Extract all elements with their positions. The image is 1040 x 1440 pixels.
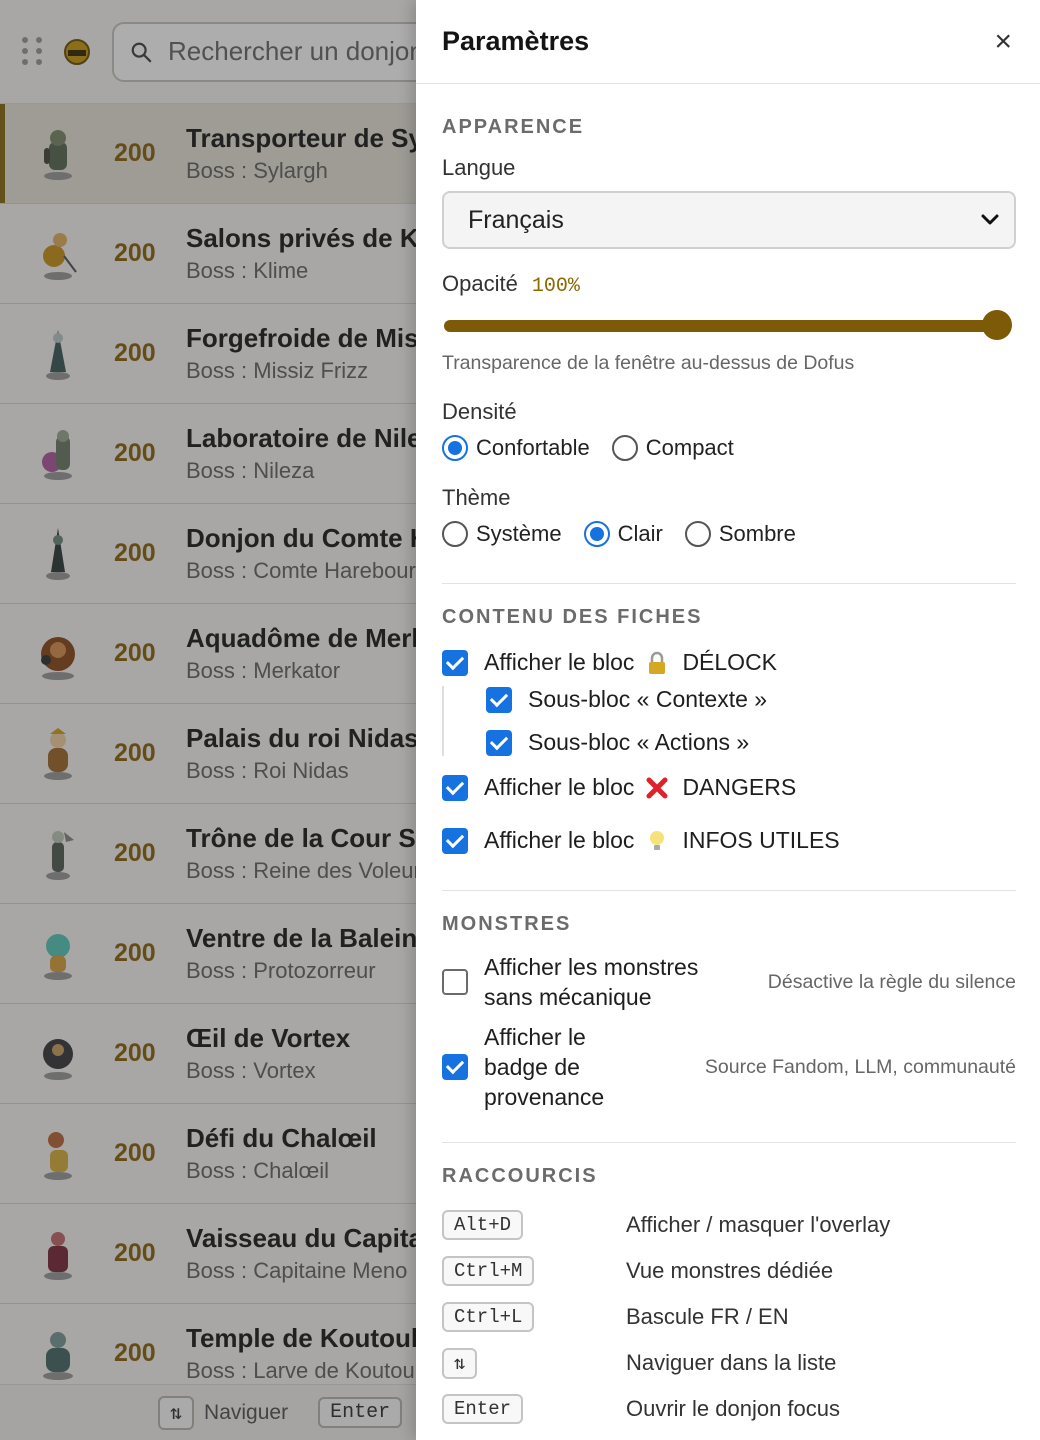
toggle-label-line: sans mécanique <box>484 984 652 1010</box>
theme-option-system[interactable]: Système <box>442 521 562 547</box>
theme-option-light[interactable]: Clair <box>583 521 663 547</box>
radio-selected-icon[interactable] <box>583 521 610 547</box>
checkbox[interactable] <box>442 649 468 676</box>
toggle-dangers-block[interactable]: Afficher le bloc DANGERS <box>442 774 1016 801</box>
lightbulb-icon <box>644 828 670 854</box>
checkbox[interactable] <box>442 1054 468 1080</box>
radio-unselected-icon[interactable] <box>442 521 468 547</box>
settings-panel: Paramètres × APPARENCE Langue Français O… <box>416 0 1040 1440</box>
shortcut-key: Alt+D <box>442 1210 524 1240</box>
radio-label: Système <box>476 521 562 546</box>
theme-option-dark[interactable]: Sombre <box>684 521 796 547</box>
section-appearance-title: APPARENCE <box>442 116 585 138</box>
language-select[interactable]: Français <box>442 191 1016 249</box>
toggle-actions-subblock[interactable]: Sous-bloc « Actions » <box>486 729 1016 756</box>
checkbox[interactable] <box>486 729 512 756</box>
toggle-label-line: provenance <box>484 1084 605 1110</box>
radio-label: Clair <box>617 521 663 546</box>
shortcut-key: Ctrl+L <box>442 1302 535 1332</box>
shortcut-description: Bascule FR / EN <box>626 1304 789 1329</box>
shortcut-row: Ctrl+M Vue monstres dédiée <box>442 1248 1016 1294</box>
theme-radio-group: Système Clair Sombre <box>442 521 1016 547</box>
toggle-context-subblock[interactable]: Sous-bloc « Contexte » <box>486 686 1016 713</box>
radio-label: Compact <box>645 435 734 460</box>
checkbox[interactable] <box>442 774 468 801</box>
opacity-slider-track <box>444 320 998 332</box>
radio-unselected-icon[interactable] <box>611 435 638 461</box>
toggle-label-line: Afficher les monstres <box>484 954 699 980</box>
toggle-label: Afficher le bloc <box>484 649 635 675</box>
close-button[interactable]: × <box>994 26 1012 57</box>
section-content-title: CONTENU DES FICHES <box>442 606 703 628</box>
opacity-slider-handle[interactable] <box>982 310 1012 340</box>
cross-mark-icon <box>644 775 670 801</box>
shortcut-list: Alt+D Afficher / masquer l'overlay Ctrl+… <box>442 1202 1016 1432</box>
toggle-label: Sous-bloc « Contexte » <box>528 686 768 712</box>
shortcut-key: ⇅ <box>442 1347 478 1379</box>
radio-unselected-icon[interactable] <box>684 521 711 547</box>
toggle-delock-block[interactable]: Afficher le bloc DÉLOCK <box>442 649 1016 676</box>
divider <box>442 890 1016 891</box>
shortcut-description: Vue monstres dédiée <box>626 1258 834 1283</box>
toggle-block-name: DÉLOCK <box>682 649 778 675</box>
shortcut-row: Enter Ouvrir le donjon focus <box>442 1386 1016 1432</box>
theme-label: Thème <box>442 485 511 510</box>
density-label: Densité <box>442 399 517 424</box>
toggle-label: Afficher le bloc <box>484 827 635 853</box>
radio-label: Sombre <box>718 521 796 546</box>
sub-block-group: Sous-bloc « Contexte » Sous-bloc « Actio… <box>442 686 1016 756</box>
checkbox[interactable] <box>442 969 468 995</box>
shortcut-key: Enter <box>442 1394 524 1424</box>
opacity-slider[interactable] <box>442 310 1012 340</box>
shortcut-description: Afficher / masquer l'overlay <box>626 1212 891 1237</box>
opacity-value: 100% <box>531 275 580 298</box>
toggle-label: Afficher le bloc <box>484 774 635 800</box>
settings-title: Paramètres <box>442 26 590 56</box>
toggle-block-name: INFOS UTILES <box>682 827 840 853</box>
settings-header: Paramètres × <box>416 0 1040 84</box>
section-shortcuts-title: RACCOURCIS <box>442 1165 598 1187</box>
toggle-label-line: Afficher le <box>484 1024 586 1050</box>
density-radio-group: Confortable Compact <box>442 435 1016 461</box>
toggle-provenance-badge[interactable]: Afficher le badge de provenance Source F… <box>442 1022 1016 1112</box>
radio-label: Confortable <box>476 435 590 460</box>
shortcut-description: Naviguer dans la liste <box>626 1350 837 1375</box>
divider <box>442 1142 1016 1143</box>
toggle-monsters-without-mechanic[interactable]: Afficher les monstres sans mécanique Dés… <box>442 952 1016 1012</box>
checkbox[interactable] <box>442 827 468 854</box>
density-option-compact[interactable]: Compact <box>611 435 734 461</box>
toggle-hint: Source Fandom, LLM, communauté <box>704 1055 1016 1078</box>
toggle-useful-info-block[interactable]: Afficher le bloc INFOS UTILES <box>442 827 1016 854</box>
shortcut-description: Ouvrir le donjon focus <box>626 1396 840 1421</box>
shortcut-row: Alt+D Afficher / masquer l'overlay <box>442 1202 1016 1248</box>
toggle-label: Sous-bloc « Actions » <box>528 729 750 755</box>
toggle-hint: Désactive la règle du silence <box>767 970 1016 993</box>
shortcut-row: Ctrl+L Bascule FR / EN <box>442 1294 1016 1340</box>
density-option-comfortable[interactable]: Confortable <box>442 435 590 461</box>
radio-selected-icon[interactable] <box>442 435 468 461</box>
toggle-block-name: DANGERS <box>682 774 797 800</box>
toggle-label-line: badge de <box>484 1054 580 1080</box>
opacity-hint: Transparence de la fenêtre au-dessus de … <box>442 352 855 374</box>
shortcut-key: Ctrl+M <box>442 1256 535 1286</box>
shortcut-row: ⇅ Naviguer dans la liste <box>442 1340 1016 1386</box>
opacity-label: Opacité <box>442 271 518 296</box>
lock-icon <box>644 650 670 676</box>
language-value: Français <box>468 205 564 234</box>
section-monsters-title: MONSTRES <box>442 913 572 935</box>
language-label: Langue <box>442 155 516 180</box>
divider <box>442 583 1016 584</box>
checkbox[interactable] <box>486 686 512 713</box>
chevron-down-icon <box>981 214 999 225</box>
